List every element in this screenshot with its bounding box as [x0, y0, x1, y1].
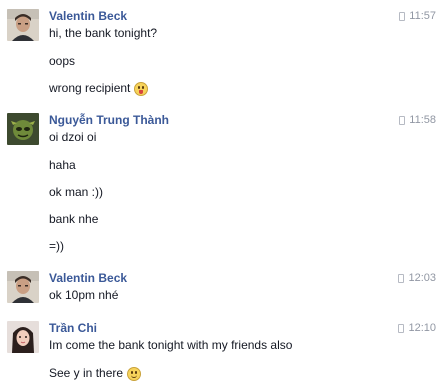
timestamp: 12:10 — [398, 321, 436, 335]
sender-name[interactable]: Trần Chi — [49, 321, 97, 335]
avatar[interactable] — [7, 271, 39, 303]
message-line: ok man :)) — [49, 185, 104, 199]
timestamp-text: 11:57 — [409, 10, 436, 22]
avatar[interactable] — [7, 9, 39, 41]
message-line: hi, the bank tonight? — [49, 26, 158, 40]
tongue-emoji-icon — [134, 81, 149, 96]
mobile-phone-icon — [399, 11, 406, 21]
timestamp: 12:03 — [398, 271, 436, 285]
message-line: haha — [49, 158, 76, 172]
message-group: Valentin Beck 12:03 ok 10pm nhé — [0, 271, 447, 307]
timestamp: 11:57 — [399, 9, 436, 23]
message-group: Nguyễn Trung Thành 11:58 oi dzoi oi haha… — [0, 113, 447, 253]
message-line: wrong recipient — [49, 81, 149, 96]
mobile-phone-icon — [399, 115, 406, 125]
message-group: Valentin Beck 11:57 hi, the bank tonight… — [0, 9, 447, 99]
message-line: ok 10pm nhé — [49, 288, 119, 302]
mobile-phone-icon — [398, 323, 405, 333]
message-line: Im come the bank tonight with my friends… — [49, 338, 293, 352]
message-line: See y in there — [49, 366, 142, 381]
message-line: bank nhe — [49, 212, 99, 226]
timestamp: 11:58 — [399, 113, 436, 127]
mobile-phone-icon — [398, 273, 405, 283]
message-line: oi dzoi oi — [49, 130, 97, 144]
avatar[interactable] — [7, 113, 39, 145]
avatar[interactable] — [7, 321, 39, 353]
timestamp-text: 11:58 — [409, 114, 436, 126]
message-line: oops — [49, 54, 76, 68]
sender-name[interactable]: Valentin Beck — [49, 271, 127, 285]
message-line: =)) — [49, 239, 64, 253]
smile-emoji-icon — [127, 366, 142, 381]
sender-name[interactable]: Nguyễn Trung Thành — [49, 113, 169, 127]
message-group: Trần Chi 12:10 Im come the bank tonight … — [0, 321, 447, 385]
sender-name[interactable]: Valentin Beck — [49, 9, 127, 23]
timestamp-text: 12:10 — [408, 322, 436, 334]
timestamp-text: 12:03 — [408, 272, 436, 284]
